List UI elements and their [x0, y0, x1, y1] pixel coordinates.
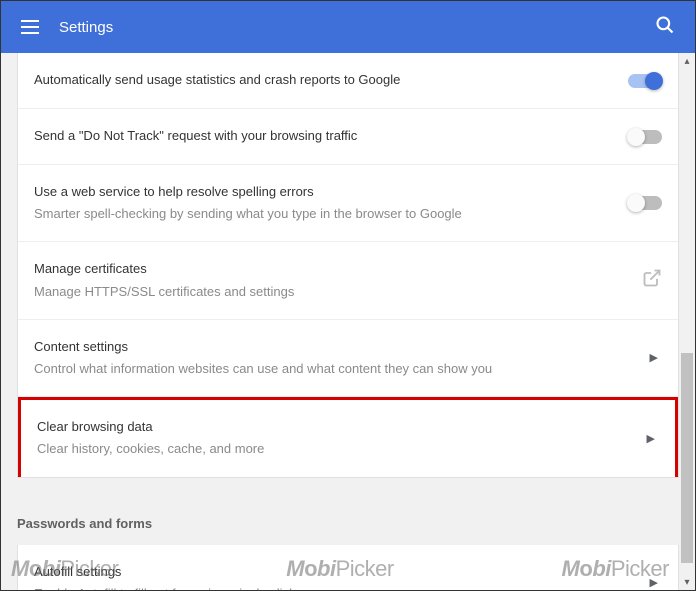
- external-link-icon: [642, 268, 662, 293]
- row-dnt[interactable]: Send a "Do Not Track" request with your …: [18, 109, 678, 165]
- row-subtitle: Manage HTTPS/SSL certificates and settin…: [34, 283, 642, 301]
- chevron-right-icon: ▶: [650, 576, 658, 589]
- row-title: Automatically send usage statistics and …: [34, 71, 628, 89]
- scroll-down-icon[interactable]: ▾: [679, 574, 695, 590]
- row-subtitle: Enable Autofill to fill out forms in a s…: [34, 585, 650, 590]
- row-content-settings[interactable]: Content settings Control what informatio…: [18, 320, 678, 397]
- row-autofill[interactable]: Autofill settings Enable Autofill to fil…: [18, 545, 678, 591]
- scroll-up-icon[interactable]: ▴: [679, 53, 695, 69]
- toggle-dnt[interactable]: [628, 130, 662, 144]
- chevron-right-icon: ▶: [647, 432, 655, 445]
- scroll-thumb[interactable]: [681, 353, 693, 563]
- row-title: Manage certificates: [34, 260, 642, 278]
- row-subtitle: Smarter spell-checking by sending what y…: [34, 205, 628, 223]
- row-subtitle: Control what information websites can us…: [34, 360, 650, 378]
- row-subtitle: Clear history, cookies, cache, and more: [37, 440, 647, 458]
- passwords-card: Autofill settings Enable Autofill to fil…: [17, 545, 679, 591]
- section-header-passwords: Passwords and forms: [1, 502, 695, 545]
- row-text: Automatically send usage statistics and …: [34, 71, 628, 89]
- row-text: Use a web service to help resolve spelli…: [34, 183, 628, 223]
- chevron-right-icon: ▶: [650, 351, 658, 364]
- row-title: Send a "Do Not Track" request with your …: [34, 127, 628, 145]
- toggle-usage-stats[interactable]: [628, 74, 662, 88]
- search-icon[interactable]: [655, 15, 675, 40]
- privacy-card: Automatically send usage statistics and …: [17, 53, 679, 478]
- app-header: Settings: [1, 1, 695, 53]
- row-manage-certs[interactable]: Manage certificates Manage HTTPS/SSL cer…: [18, 242, 678, 319]
- row-text: Manage certificates Manage HTTPS/SSL cer…: [34, 260, 642, 300]
- row-text: Content settings Control what informatio…: [34, 338, 650, 378]
- row-title: Use a web service to help resolve spelli…: [34, 183, 628, 201]
- row-clear-browsing-data[interactable]: Clear browsing data Clear history, cooki…: [18, 397, 678, 476]
- row-title: Autofill settings: [34, 563, 650, 581]
- row-usage-stats[interactable]: Automatically send usage statistics and …: [18, 53, 678, 109]
- scrollbar[interactable]: ▴ ▾: [679, 53, 695, 590]
- content-area: Automatically send usage statistics and …: [1, 53, 695, 590]
- row-text: Autofill settings Enable Autofill to fil…: [34, 563, 650, 591]
- row-text: Clear browsing data Clear history, cooki…: [37, 418, 647, 458]
- row-spellcheck[interactable]: Use a web service to help resolve spelli…: [18, 165, 678, 242]
- menu-icon[interactable]: [21, 20, 39, 34]
- row-title: Content settings: [34, 338, 650, 356]
- row-title: Clear browsing data: [37, 418, 647, 436]
- row-text: Send a "Do Not Track" request with your …: [34, 127, 628, 145]
- page-title: Settings: [59, 19, 655, 36]
- toggle-spellcheck[interactable]: [628, 196, 662, 210]
